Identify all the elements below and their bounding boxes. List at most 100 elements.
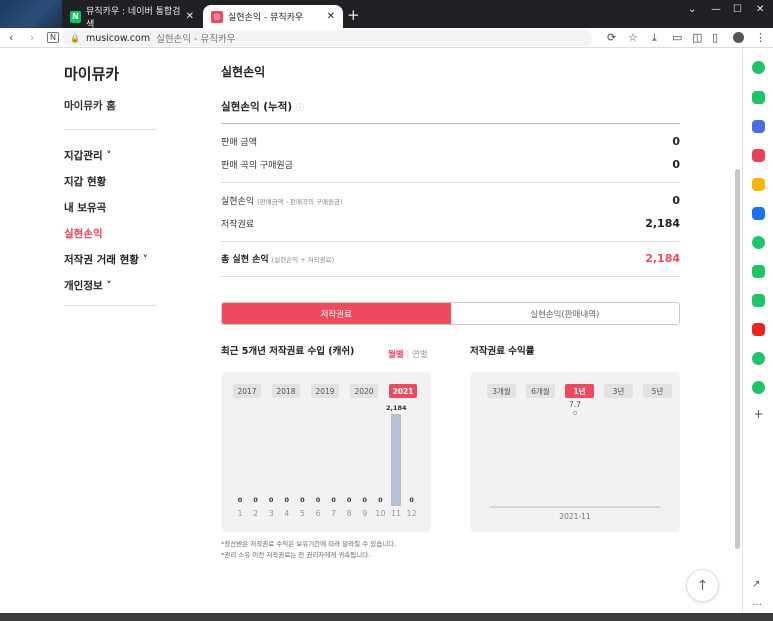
note-line: *권리 소유 이전 저작권료는 전 권리자에게 귀속됩니다. — [221, 551, 371, 559]
window-wallpaper — [0, 0, 62, 28]
sidebar-item-trade-status[interactable]: 저작권 거래 현황 ˅ — [64, 252, 148, 267]
sidebar-item-home[interactable]: 마이뮤카 홈 — [64, 98, 116, 113]
summary-row-total: 총 실현 손익 (실현손익 + 저작권료) 2,184 — [221, 251, 680, 265]
app-icon[interactable] — [752, 207, 765, 220]
add-icon[interactable]: + — [752, 407, 765, 421]
period-toggle: 월별 | 연별 — [388, 348, 428, 360]
sidebar-item-wallet[interactable]: 지갑관리 ˅ — [64, 148, 112, 163]
bar-value-label: 0 — [378, 496, 383, 504]
new-tab-button[interactable]: + — [347, 6, 360, 24]
more-icon[interactable]: … — [752, 597, 765, 610]
refresh-icon[interactable]: ⟳ — [607, 31, 616, 44]
scrollbar[interactable] — [735, 169, 740, 549]
page-title: 실현손익 — [221, 65, 266, 79]
row-value: 0 — [672, 134, 680, 148]
bookmark-star-icon[interactable]: ☆ — [628, 31, 638, 44]
profile-avatar[interactable] — [733, 32, 744, 43]
bar-value-label: 2,184 — [386, 404, 407, 412]
toggle-yearly[interactable]: 연별 — [412, 350, 428, 360]
yield-plot: 7.7 2021-11 — [490, 400, 660, 521]
yield-value-label: 7.7 — [569, 400, 581, 409]
menu-icon[interactable]: ⋮ — [755, 31, 766, 44]
row-value: 0 — [672, 193, 680, 207]
year-button-2020[interactable]: 2020 — [350, 384, 378, 398]
year-button-2019[interactable]: 2019 — [311, 384, 339, 398]
year-button-2017[interactable]: 2017 — [233, 384, 261, 398]
row-note: (실현손익 + 저작권료) — [271, 255, 335, 264]
app-icon[interactable] — [752, 178, 765, 191]
back-icon[interactable]: ‹ — [9, 31, 13, 44]
row-label: 판매 곡의 구매원금 — [221, 160, 293, 171]
divider — [221, 276, 680, 277]
sidebar-toggle-icon[interactable]: ▯ — [712, 31, 718, 44]
yield-point — [573, 411, 577, 415]
sidebar-item-wallet-status[interactable]: 지갑 현황 — [64, 174, 106, 189]
app-icon[interactable] — [752, 61, 765, 74]
year-button-2018[interactable]: 2018 — [272, 384, 300, 398]
close-icon[interactable]: ✕ — [186, 11, 194, 22]
app-icon[interactable] — [752, 265, 765, 278]
browser-side-panel: + ↗ … — [742, 49, 773, 613]
year-button-2021[interactable]: 2021 — [389, 384, 417, 398]
url-domain: musicow.com — [85, 32, 151, 44]
sidebar-divider — [64, 305, 156, 306]
bar-month-11 — [391, 414, 401, 506]
sidebar-item-personal-info[interactable]: 개인정보 ˅ — [64, 278, 112, 293]
sidebar-title: 마이뮤카 — [64, 65, 120, 83]
tab-label: 실현손익 - 뮤직카우 — [228, 13, 304, 23]
note-line: *정산받은 저작권료 수익은 보유기간에 따라 달라질 수 있습니다. — [221, 540, 397, 548]
app-icon[interactable] — [752, 149, 765, 162]
app-icon[interactable] — [752, 91, 765, 104]
browser-tab-musicow[interactable]: ◎ 실현손익 - 뮤직카우 ✕ — [203, 5, 343, 28]
tab-sales-history[interactable]: 실현손익(판매내역) — [450, 303, 679, 324]
browser-tab-naver[interactable]: N 뮤직카우 : 네이버 통합검색 ✕ — [62, 5, 202, 30]
royalty-yield-chart: 3개월 6개월 1년 3년 5년 7.7 2021-11 — [470, 372, 680, 532]
address-bar[interactable]: 🔒 musicow.com 실현손익 - 뮤직카우 — [62, 30, 592, 46]
row-value: 2,184 — [645, 216, 680, 230]
forward-icon[interactable]: › — [30, 31, 34, 44]
sidebar-item-realized-pnl[interactable]: 실현손익 — [64, 226, 103, 241]
section-title-text: 실현손익 (누적) — [221, 101, 293, 113]
minimize-icon[interactable]: — — [711, 4, 721, 15]
info-icon[interactable]: ⓘ — [296, 103, 304, 112]
row-label: 저작권료 — [221, 219, 255, 230]
browser-titlebar: N 뮤직카우 : 네이버 통합검색 ✕ ◎ 실현손익 - 뮤직카우 ✕ + ⌄ … — [0, 0, 773, 30]
right-chart-title: 저작권료 수익률 — [470, 346, 535, 357]
section-title: 실현손익 (누적) ⓘ — [221, 99, 304, 114]
app-icon[interactable] — [752, 236, 765, 249]
row-note: (판매금액 - 판매곡의 구매원금) — [257, 197, 343, 206]
summary-row: 실현손익 (판매금액 - 판매곡의 구매원금) 0 — [221, 193, 680, 207]
page-content: 마이뮤카 마이뮤카 홈 지갑관리 ˅ 지갑 현황 내 보유곡 실현손익 저작권 … — [0, 49, 742, 613]
naver-home-icon[interactable]: N — [47, 32, 59, 43]
scroll-top-button[interactable]: ↑ — [686, 569, 719, 602]
musicow-icon: ◎ — [211, 10, 223, 23]
divider — [221, 241, 680, 242]
summary-row: 판매 금액 0 — [221, 134, 680, 148]
toggle-separator: | — [406, 350, 410, 360]
capture-icon[interactable]: ◫ — [692, 31, 702, 44]
close-icon[interactable]: ✕ — [327, 11, 335, 22]
tab-royalty[interactable]: 저작권료 — [222, 303, 451, 324]
row-value: 2,184 — [645, 251, 680, 265]
app-icon[interactable] — [752, 352, 765, 365]
sidebar-item-my-songs[interactable]: 내 보유곡 — [64, 200, 106, 215]
row-value: 0 — [672, 157, 680, 171]
lock-icon: 🔒 — [70, 33, 80, 43]
content-tabs: 저작권료 실현손익(판매내역) — [221, 302, 680, 325]
maximize-icon[interactable]: ☐ — [733, 4, 742, 15]
app-icon[interactable] — [752, 120, 765, 133]
screen-icon[interactable]: ▭ — [672, 31, 682, 44]
toggle-monthly[interactable]: 월별 — [388, 350, 404, 360]
summary-row: 판매 곡의 구매원금 0 — [221, 157, 680, 171]
app-icon[interactable] — [752, 381, 765, 394]
close-window-icon[interactable]: ✕ — [756, 4, 764, 15]
tab-search-icon[interactable]: ⌄ — [688, 4, 696, 15]
download-icon[interactable]: ⤓ — [652, 31, 657, 45]
app-icon[interactable] — [752, 294, 765, 307]
row-label: 실현손익 — [221, 196, 255, 207]
app-icon[interactable] — [752, 323, 765, 336]
divider — [221, 182, 680, 183]
summary-row: 저작권료 2,184 — [221, 216, 680, 230]
row-label: 총 실현 손익 — [221, 254, 269, 265]
external-link-icon[interactable]: ↗ — [752, 579, 765, 592]
